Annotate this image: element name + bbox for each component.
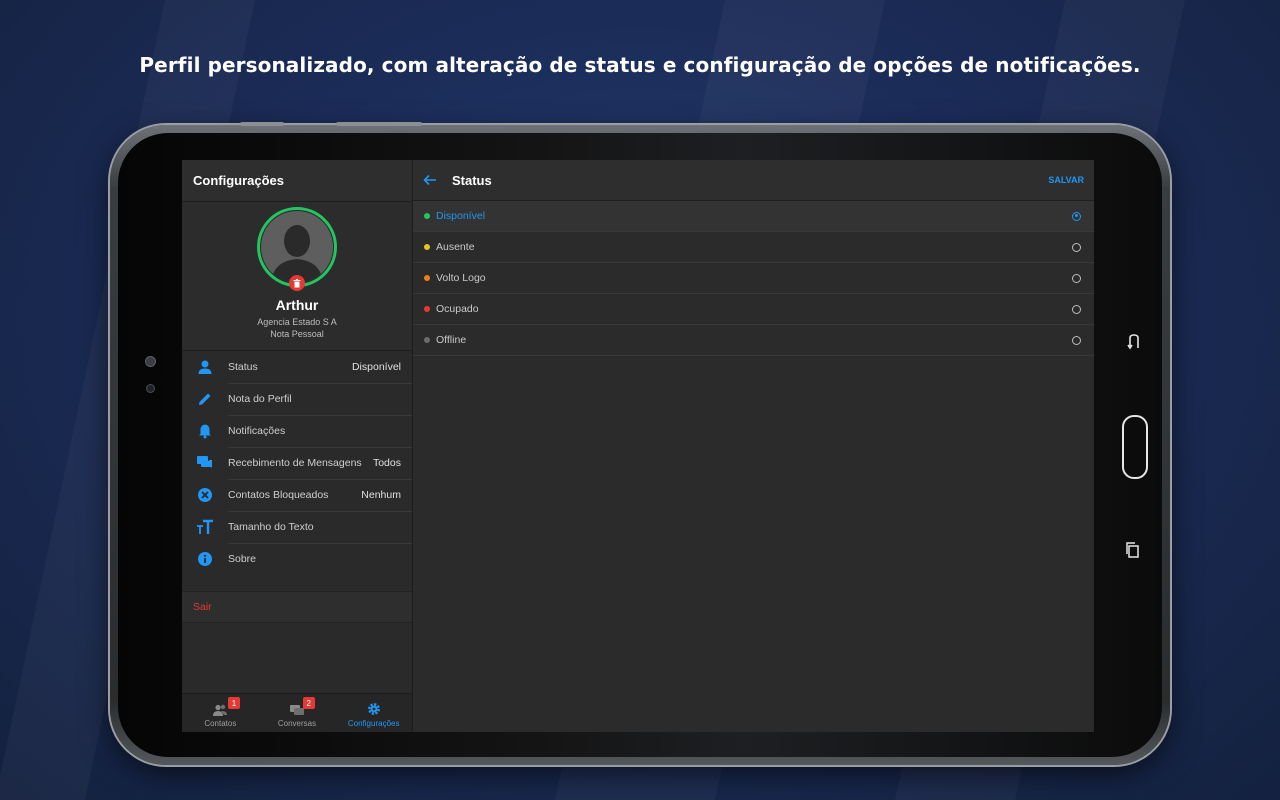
status-dot xyxy=(424,213,430,219)
status-dot xyxy=(424,244,430,250)
person-icon xyxy=(198,360,212,374)
nav-tab-conversations[interactable]: 2 Conversas xyxy=(259,694,336,732)
nav-label: Conversas xyxy=(277,719,317,728)
home-key[interactable] xyxy=(1122,415,1148,479)
status-radio[interactable] xyxy=(1072,335,1081,345)
menu-item-blocked-contacts[interactable]: Contatos Bloqueados Nenhum xyxy=(182,479,412,512)
nav-label: Configurações xyxy=(347,719,400,728)
profile-company: Agencia Estado S A xyxy=(257,317,337,327)
status-label: Ausente xyxy=(436,241,475,253)
status-label: Ocupado xyxy=(436,303,479,315)
sensor xyxy=(146,384,155,393)
status-option-offline[interactable]: Offline xyxy=(413,325,1094,356)
menu-item-message-receipt[interactable]: Recebimento de Mensagens Todos xyxy=(182,447,412,480)
app-screen: Configurações Arthur Agencia Estado S A … xyxy=(182,160,1094,732)
avatar[interactable] xyxy=(261,211,333,283)
back-key[interactable] xyxy=(1122,330,1146,354)
status-option-available[interactable]: Disponível xyxy=(413,201,1094,232)
status-dot xyxy=(424,306,430,312)
menu-label: Recebimento de Mensagens xyxy=(228,456,362,469)
menu-label: Nota do Perfil xyxy=(228,392,292,405)
text-size-icon xyxy=(197,519,213,534)
status-radio[interactable] xyxy=(1072,242,1081,252)
logout-label: Sair xyxy=(193,601,212,613)
status-title: Status xyxy=(452,172,492,188)
menu-item-profile-note[interactable]: Nota do Perfil xyxy=(182,383,412,416)
bottom-nav: 1 Contatos 2 Conversas Configurações xyxy=(182,693,412,732)
back-key-icon xyxy=(1127,334,1139,350)
menu-label: Notificações xyxy=(228,424,286,437)
settings-menu: Status Disponível Nota do Perfil Notifica… xyxy=(182,351,412,575)
person-silhouette-icon xyxy=(271,225,323,283)
bell-icon xyxy=(199,424,211,439)
status-option-busy[interactable]: Ocupado xyxy=(413,294,1094,325)
menu-label: Tamanho do Texto xyxy=(228,520,314,533)
nav-tab-settings[interactable]: Configurações xyxy=(335,694,412,732)
contacts-icon xyxy=(213,704,228,716)
status-label: Volto Logo xyxy=(436,272,486,284)
settings-header: Configurações xyxy=(182,160,412,202)
status-dot xyxy=(424,275,430,281)
trash-icon xyxy=(293,278,301,287)
recents-key-icon xyxy=(1126,542,1139,558)
menu-item-notifications[interactable]: Notificações xyxy=(182,415,412,448)
conversations-badge: 2 xyxy=(302,697,315,709)
pencil-icon xyxy=(199,393,211,405)
caption: Perfil personalizado, com alteração de s… xyxy=(139,53,1141,77)
block-icon xyxy=(198,488,212,502)
status-options: Disponível Ausente Volto Logo Ocupado Of xyxy=(413,201,1094,356)
status-option-be-right-back[interactable]: Volto Logo xyxy=(413,263,1094,294)
profile-name: Arthur xyxy=(275,297,319,313)
menu-label: Status xyxy=(228,360,258,373)
settings-panel: Configurações Arthur Agencia Estado S A … xyxy=(182,160,413,732)
profile-card: Arthur Agencia Estado S A Nota Pessoal xyxy=(182,202,412,351)
menu-item-status[interactable]: Status Disponível xyxy=(182,351,412,384)
settings-title: Configurações xyxy=(193,173,285,188)
tablet-button xyxy=(240,122,284,126)
back-button[interactable] xyxy=(413,174,447,186)
status-radio[interactable] xyxy=(1072,211,1081,221)
nav-label: Contatos xyxy=(204,719,237,728)
contacts-badge: 1 xyxy=(228,697,240,709)
status-radio[interactable] xyxy=(1072,273,1081,283)
status-header: Status SALVAR xyxy=(413,160,1094,201)
status-dot xyxy=(424,337,430,343)
menu-label: Sobre xyxy=(228,553,257,565)
tablet-button xyxy=(336,122,422,126)
menu-label: Contatos Bloqueados xyxy=(228,488,329,501)
menu-value: Nenhum xyxy=(361,488,401,501)
avatar-status-ring[interactable] xyxy=(257,207,337,291)
status-label: Disponível xyxy=(436,210,486,222)
chat-icon xyxy=(197,456,212,468)
gear-icon xyxy=(367,703,380,715)
recents-key[interactable] xyxy=(1122,539,1144,561)
nav-tab-contacts[interactable]: 1 Contatos xyxy=(182,694,259,732)
menu-value: Disponível xyxy=(351,360,401,373)
save-button[interactable]: SALVAR xyxy=(1048,175,1084,185)
menu-item-about[interactable]: Sobre xyxy=(182,543,412,575)
info-icon xyxy=(198,552,212,566)
profile-note[interactable]: Nota Pessoal xyxy=(270,329,324,339)
arrow-left-icon xyxy=(423,174,436,186)
status-radio[interactable] xyxy=(1072,304,1081,314)
status-label: Offline xyxy=(436,334,467,346)
status-panel: Status SALVAR Disponível Ausente Volto L… xyxy=(413,160,1094,732)
menu-value: Todos xyxy=(372,456,401,469)
camera-lens xyxy=(145,356,156,367)
menu-item-text-size[interactable]: Tamanho do Texto xyxy=(182,511,412,544)
logout-button[interactable]: Sair xyxy=(182,591,412,623)
status-option-away[interactable]: Ausente xyxy=(413,232,1094,263)
delete-photo-button[interactable] xyxy=(289,275,305,291)
